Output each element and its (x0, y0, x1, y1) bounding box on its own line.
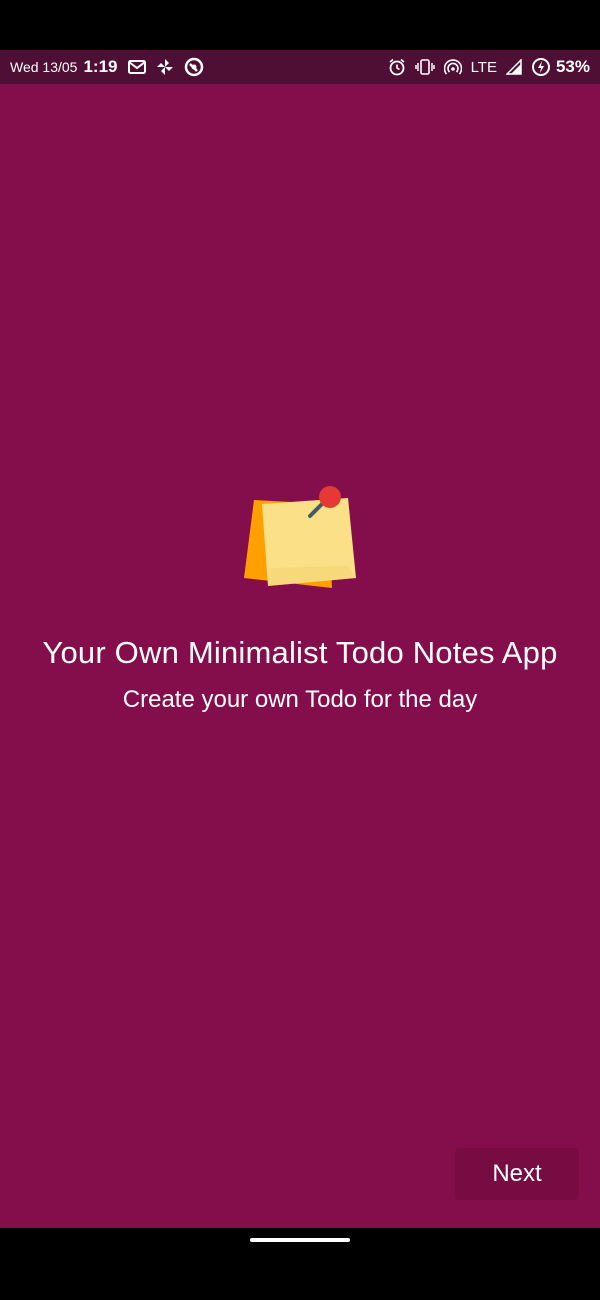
sticky-note-icon (240, 486, 360, 596)
next-button[interactable]: Next (455, 1148, 579, 1200)
vpn-icon (184, 57, 204, 77)
home-indicator[interactable] (250, 1238, 350, 1242)
navigation-bar (0, 1228, 600, 1300)
onboarding-subtitle: Create your own Todo for the day (122, 686, 478, 713)
phone-screen: Wed 13/05 1:19 LTE 53% Your Own Minimali… (0, 0, 600, 1300)
status-right: LTE 53% (388, 57, 590, 77)
signal-icon (505, 59, 522, 75)
pinwheel-icon (156, 58, 174, 76)
onboarding-title: Your Own Minimalist Todo Notes App (42, 635, 558, 670)
onboarding-screen: Your Own Minimalist Todo Notes App Creat… (0, 84, 600, 1228)
status-date: Wed 13/05 (10, 59, 78, 75)
alarm-icon (388, 58, 406, 76)
vibrate-icon (414, 59, 435, 75)
gmail-icon (127, 60, 146, 74)
status-bar: Wed 13/05 1:19 LTE 53% (0, 50, 600, 84)
network-type: LTE (470, 58, 497, 76)
hotspot-icon (443, 58, 462, 76)
status-time: 1:19 (83, 57, 118, 76)
battery-percent: 53% (555, 57, 590, 76)
battery-saver-icon (531, 57, 551, 77)
status-left: Wed 13/05 1:19 (10, 57, 204, 77)
